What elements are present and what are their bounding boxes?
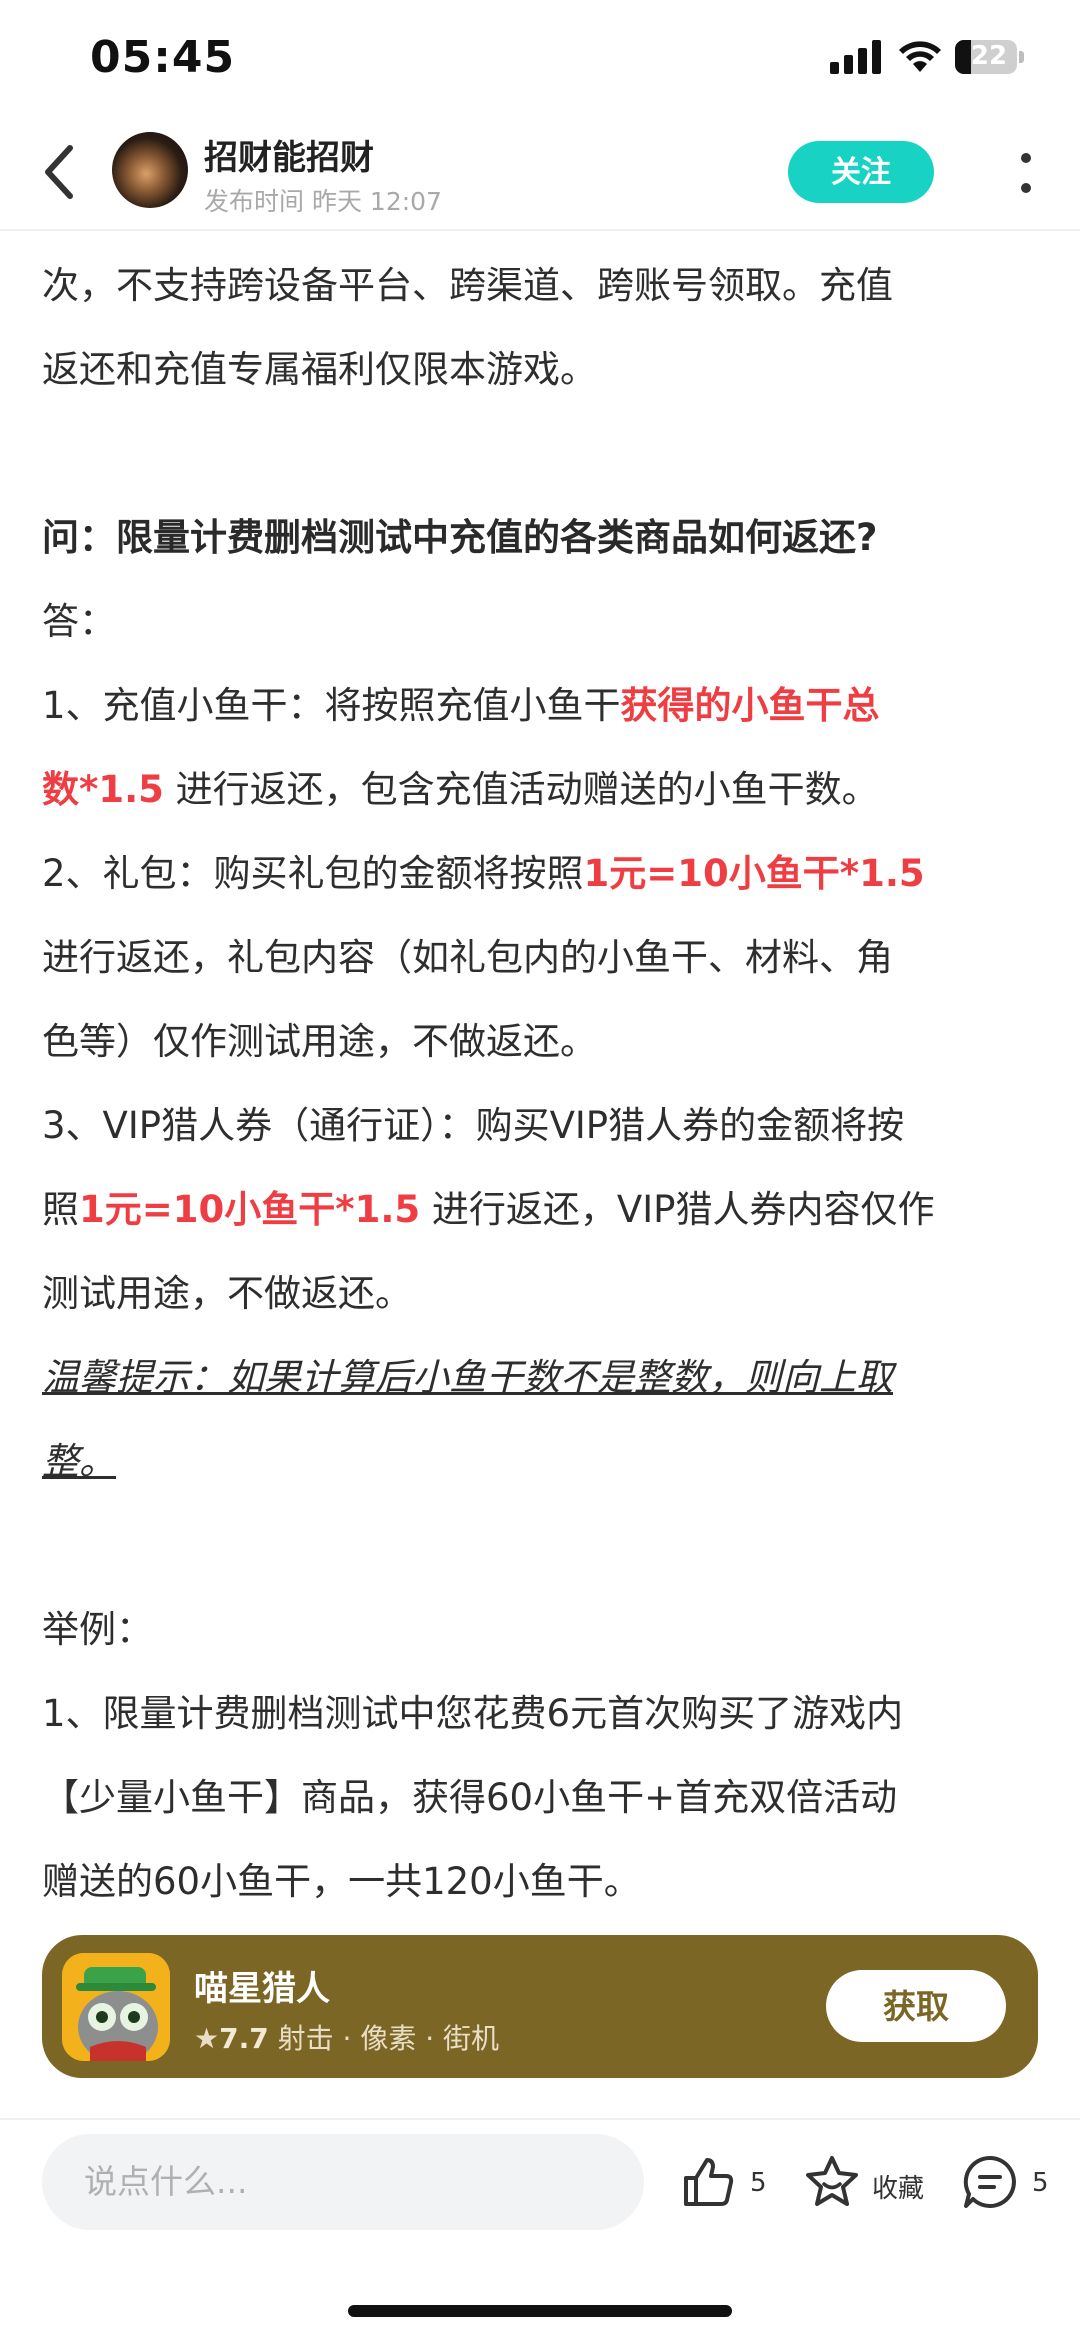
game-tags: 射击 · 像素 · 街机	[277, 2022, 500, 2055]
signal-icon	[830, 40, 881, 74]
publish-time: 发布时间 昨天 12:07	[204, 182, 442, 218]
get-game-button[interactable]: 获取	[826, 1970, 1006, 2042]
back-icon[interactable]	[40, 142, 80, 202]
article-body: 次，不支持跨设备平台、跨渠道、跨账号领取。充值 返还和充值专属福利仅限本游戏。 …	[42, 244, 1042, 1924]
comment-input[interactable]: 说点什么...	[42, 2134, 644, 2230]
thumbs-up-icon[interactable]	[680, 2154, 736, 2210]
game-card[interactable]: 喵星猎人 ★7.7 射击 · 像素 · 街机 获取	[42, 1935, 1038, 2078]
example-title: 举例：	[42, 1608, 153, 1651]
avatar[interactable]	[112, 132, 188, 208]
publish-time-value: 昨天 12:07	[311, 187, 442, 216]
home-indicator	[348, 2305, 732, 2317]
answer-label: 答：	[42, 600, 116, 643]
highlight-text: 1元=10小鱼干*1.5	[583, 852, 925, 895]
highlight-text: 获得的小鱼干总	[620, 684, 880, 727]
tip-line: 温馨提示：如果计算后小鱼干数不是整数，则向上取	[42, 1356, 893, 1399]
article-line: 次，不支持跨设备平台、跨渠道、跨账号领取。充值	[42, 264, 893, 307]
comment-count: 5	[1032, 2168, 1049, 2198]
header-divider	[0, 229, 1080, 231]
star-icon: ★	[194, 2022, 220, 2055]
game-meta: ★7.7 射击 · 像素 · 街机	[194, 2017, 499, 2057]
article-line: 2、礼包：购买礼包的金额将按照1元=10小鱼干*1.5	[42, 852, 925, 895]
article-line: 1、限量计费删档测试中您花费6元首次购买了游戏内	[42, 1692, 904, 1735]
article-line: 【少量小鱼干】商品，获得60小鱼干+首充双倍活动	[42, 1776, 898, 1819]
bottom-divider	[0, 2118, 1080, 2120]
comment-icon[interactable]	[962, 2154, 1018, 2210]
battery-level: 22	[970, 41, 1008, 71]
highlight-text: 1元=10小鱼干*1.5	[79, 1188, 421, 1231]
more-icon[interactable]	[1016, 150, 1036, 196]
article-line: 测试用途，不做返还。	[42, 1272, 412, 1315]
article-line: 3、VIP猎人券（通行证）：购买VIP猎人券的金额将按	[42, 1104, 905, 1147]
game-rating: 7.7	[219, 2022, 269, 2055]
article-line: 照1元=10小鱼干*1.5 进行返还，VIP猎人券内容仅作	[42, 1188, 935, 1231]
battery-icon: 22	[955, 40, 1025, 74]
question-heading: 问：限量计费删档测试中充值的各类商品如何返还?	[42, 516, 878, 559]
author-name[interactable]: 招财能招财	[204, 130, 374, 179]
status-time: 05:45	[90, 32, 236, 83]
article-line: 数*1.5 进行返还，包含充值活动赠送的小鱼干数。	[42, 768, 879, 811]
game-name: 喵星猎人	[194, 1969, 330, 2009]
follow-button[interactable]: 关注	[788, 141, 934, 203]
publish-label: 发布时间	[204, 187, 305, 216]
collect-label[interactable]: 收藏	[872, 2168, 924, 2205]
tip-line: 整。	[42, 1440, 116, 1483]
article-line: 赠送的60小鱼干，一共120小鱼干。	[42, 1860, 641, 1903]
article-line: 色等）仅作测试用途，不做返还。	[42, 1020, 597, 1063]
highlight-text: 数*1.5	[42, 768, 164, 811]
article-line: 返还和充值专属福利仅限本游戏。	[42, 348, 597, 391]
star-outline-icon[interactable]	[804, 2154, 860, 2210]
like-count: 5	[750, 2168, 767, 2198]
game-icon	[62, 1953, 170, 2061]
article-line: 1、充值小鱼干：将按照充值小鱼干获得的小鱼干总	[42, 684, 880, 727]
article-line: 进行返还，礼包内容（如礼包内的小鱼干、材料、角	[42, 936, 893, 979]
wifi-icon	[899, 41, 941, 72]
